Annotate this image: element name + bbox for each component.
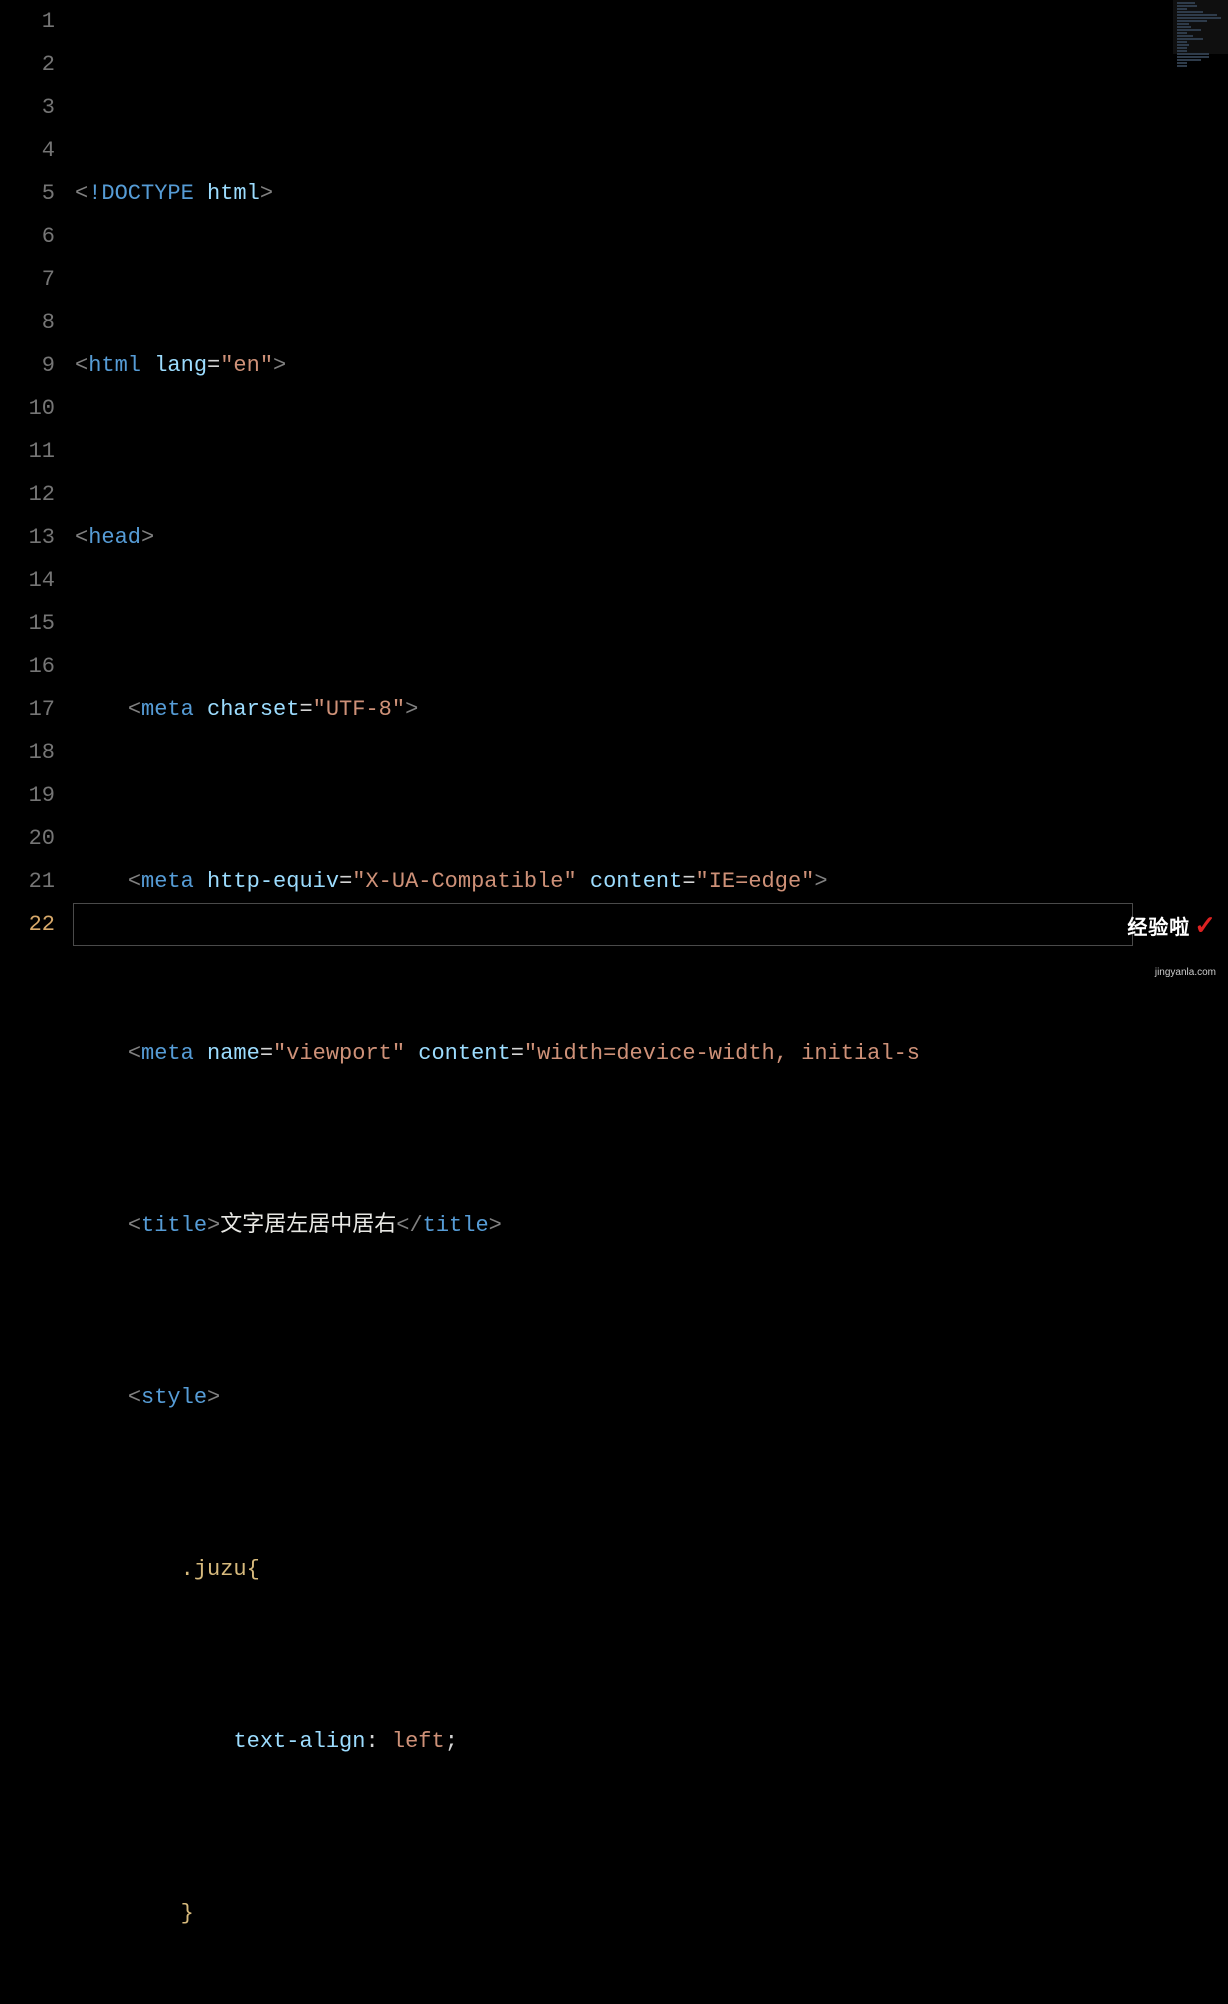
line-number: 13 [0,516,55,559]
code-area[interactable]: <!DOCTYPE html> <html lang="en"> <head> … [75,0,1173,1002]
line-number: 1 [0,0,55,43]
line-number: 17 [0,688,55,731]
code-editor[interactable]: 1 2 3 4 5 6 7 8 9 10 11 12 13 14 15 16 1… [0,0,1228,1002]
line-number: 16 [0,645,55,688]
line-number: 4 [0,129,55,172]
line-number: 20 [0,817,55,860]
code-line[interactable]: <title>文字居左居中居右</title> [75,1204,1173,1247]
code-line[interactable]: <meta charset="UTF-8"> [75,688,1173,731]
line-number: 12 [0,473,55,516]
code-line[interactable]: <style> [75,1376,1173,1419]
code-line[interactable]: <meta http-equiv="X-UA-Compatible" conte… [75,860,1173,903]
code-line[interactable]: text-align: left; [75,1720,1173,1763]
line-number: 6 [0,215,55,258]
line-number: 15 [0,602,55,645]
line-number: 3 [0,86,55,129]
active-line-highlight [73,903,1133,946]
code-line[interactable]: <meta name="viewport" content="width=dev… [75,1032,1173,1075]
code-line[interactable]: <!DOCTYPE html> [75,172,1173,215]
line-number: 10 [0,387,55,430]
minimap[interactable] [1173,0,1228,1002]
line-number-gutter: 1 2 3 4 5 6 7 8 9 10 11 12 13 14 15 16 1… [0,0,75,1002]
code-line[interactable]: .juzu{ [75,1548,1173,1591]
line-number: 7 [0,258,55,301]
line-number: 11 [0,430,55,473]
line-number: 18 [0,731,55,774]
line-number: 2 [0,43,55,86]
code-line[interactable]: <html lang="en"> [75,344,1173,387]
code-line[interactable]: } [75,1892,1173,1935]
line-number-active: 22 [0,903,55,946]
line-number: 19 [0,774,55,817]
line-number: 8 [0,301,55,344]
line-number: 21 [0,860,55,903]
line-number: 5 [0,172,55,215]
code-line[interactable]: <head> [75,516,1173,559]
line-number: 9 [0,344,55,387]
line-number: 14 [0,559,55,602]
